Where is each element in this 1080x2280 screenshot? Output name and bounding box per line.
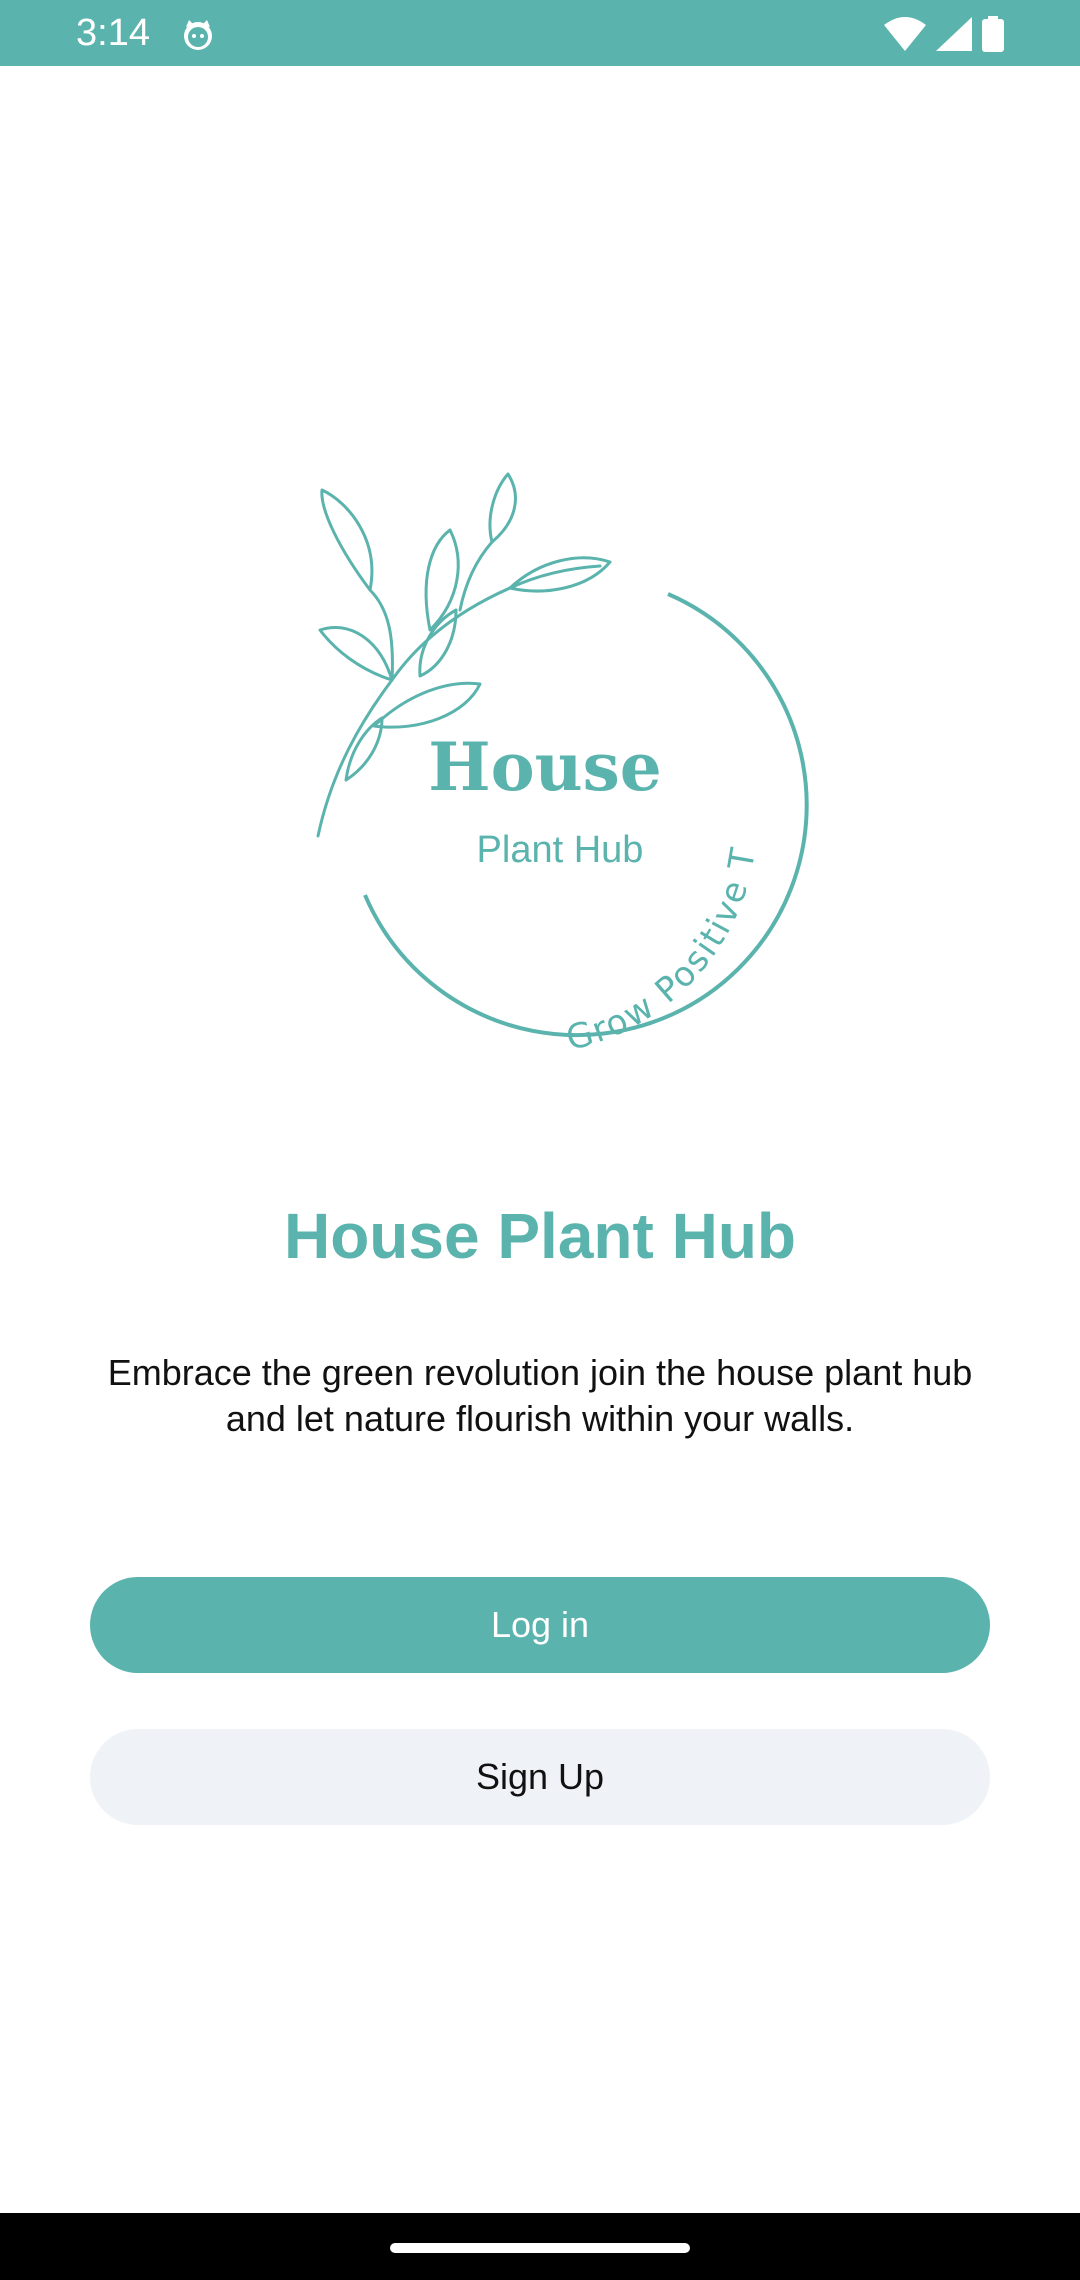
- signup-button[interactable]: Sign Up: [90, 1729, 990, 1825]
- battery-icon: [982, 16, 1004, 52]
- logo-brand-sub: Plant Hub: [477, 829, 644, 871]
- home-gesture-handle[interactable]: [390, 2243, 690, 2253]
- house-plant-hub-logo: House Plant Hub Grow Positive Thoughts: [270, 470, 809, 1059]
- logo-ring: [363, 592, 809, 1038]
- signup-button-label: Sign Up: [475, 1756, 605, 1797]
- login-button[interactable]: Log in: [90, 1577, 990, 1673]
- status-time: 3:14: [76, 12, 150, 54]
- tagline-line-1: Embrace the green revolution join the ho…: [107, 1352, 973, 1393]
- cat-face-icon: [184, 20, 212, 50]
- wifi-icon: [884, 17, 926, 51]
- login-button-label: Log in: [490, 1604, 590, 1645]
- tagline: Embrace the green revolution join the ho…: [40, 1350, 1040, 1442]
- logo-brand-word: House: [428, 728, 662, 806]
- welcome-screen: 3:14 House Plant Hub Grow Positive T Hou…: [0, 0, 1080, 2280]
- tagline-line-2: and let nature flourish within your wall…: [225, 1398, 855, 1439]
- status-icons: [884, 14, 1004, 54]
- navigation-bar: [0, 2213, 1080, 2280]
- status-bar: 3:14: [0, 0, 1080, 66]
- page-title: House Plant Hub: [283, 1200, 797, 1272]
- cell-signal-icon: [936, 17, 972, 51]
